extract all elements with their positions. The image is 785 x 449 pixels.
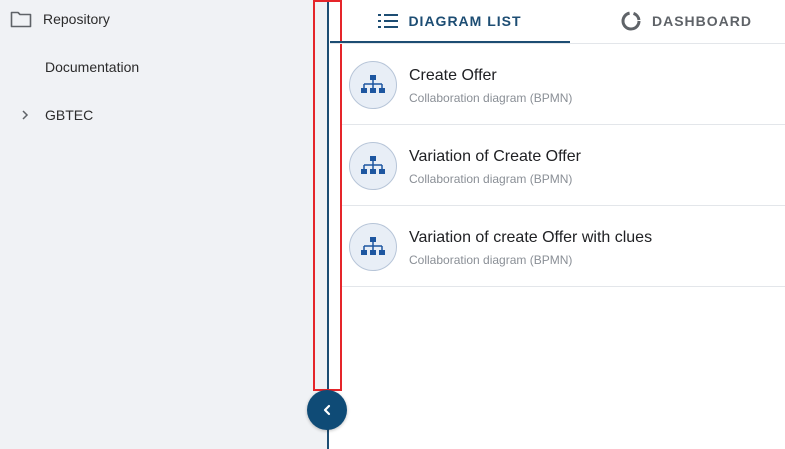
list-icon <box>378 13 399 28</box>
folder-icon <box>10 10 32 28</box>
diagram-type: Collaboration diagram (BPMN) <box>409 91 573 105</box>
chevron-right-icon[interactable] <box>20 108 30 122</box>
list-item[interactable]: Variation of create Offer with clues Col… <box>342 206 785 287</box>
sidebar-item-label: Documentation <box>45 59 140 75</box>
chevron-left-icon <box>323 404 331 416</box>
sidebar-item-repository[interactable]: Repository <box>10 8 110 30</box>
diagram-type: Collaboration diagram (BPMN) <box>409 172 573 186</box>
tab-label: DIAGRAM LIST <box>408 12 522 29</box>
sidebar-item-documentation[interactable]: Documentation <box>45 56 139 78</box>
list-item[interactable]: Variation of Create Offer Collaboration … <box>342 125 785 206</box>
sidebar-item-label: GBTEC <box>45 107 94 123</box>
hierarchy-icon <box>349 223 397 271</box>
diagram-title: Create Offer <box>409 67 497 84</box>
hierarchy-icon <box>349 142 397 190</box>
diagram-list: Create Offer Collaboration diagram (BPMN… <box>342 44 785 287</box>
repository-sidebar: Repository Documentation GBTEC <box>0 0 328 449</box>
tab-bar: DIAGRAM LIST DASHBOARD <box>330 0 785 44</box>
sidebar-item-gbtec[interactable]: GBTEC <box>20 104 93 126</box>
diagram-title: Variation of Create Offer <box>409 148 581 165</box>
hierarchy-icon <box>349 61 397 109</box>
sidebar-item-label: Repository <box>43 11 110 27</box>
tab-dashboard[interactable]: DASHBOARD <box>620 0 752 42</box>
collapse-sidebar-button[interactable] <box>307 390 347 430</box>
diagram-type: Collaboration diagram (BPMN) <box>409 253 573 267</box>
diagram-title: Variation of create Offer with clues <box>409 229 653 246</box>
dashboard-icon <box>621 11 641 31</box>
tab-label: DASHBOARD <box>652 13 752 29</box>
list-item[interactable]: Create Offer Collaboration diagram (BPMN… <box>342 44 785 125</box>
tab-diagram-list[interactable]: DIAGRAM LIST <box>330 0 570 43</box>
splitter-highlight-box <box>313 0 342 391</box>
